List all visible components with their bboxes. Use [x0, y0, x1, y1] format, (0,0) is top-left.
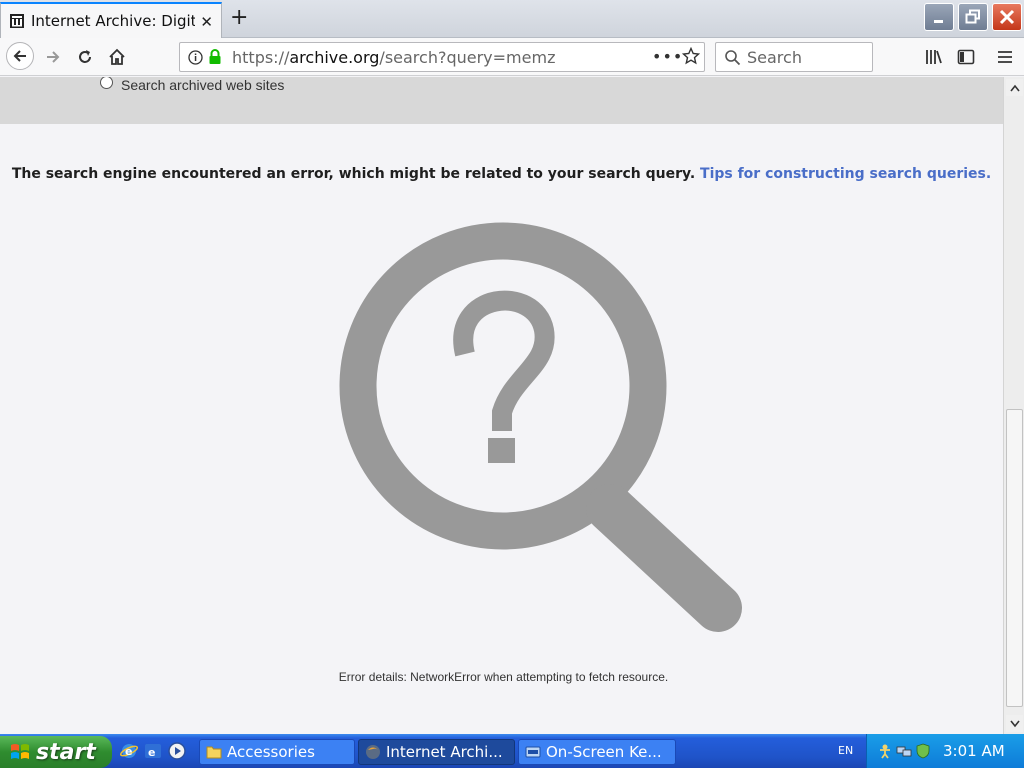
url-text[interactable]: https://archive.org/search?query=memz	[232, 48, 555, 67]
forward-arrow-icon	[47, 51, 60, 63]
error-message-line: The search engine encountered an error, …	[0, 166, 1003, 182]
page-actions-menu-icon[interactable]: •••	[652, 47, 683, 66]
back-button[interactable]	[6, 42, 34, 70]
task-internet-archive[interactable]: Internet Archi...	[358, 739, 515, 765]
new-tab-button[interactable]: +	[230, 6, 248, 30]
start-label: start	[36, 739, 96, 765]
search-placeholder: Search	[747, 48, 802, 67]
chevron-up-icon	[1009, 84, 1020, 91]
windows-logo-icon	[11, 744, 29, 759]
task-on-screen-keyboard[interactable]: On-Screen Ke...	[518, 739, 676, 765]
tips-link[interactable]: Tips for constructing search queries.	[700, 166, 991, 182]
tab-strip: Internet Archive: Digital Library of Fre…	[0, 0, 1024, 38]
scroll-up-button[interactable]	[1006, 79, 1023, 96]
vertical-scrollbar[interactable]	[1003, 77, 1024, 734]
task-label: Accessories	[227, 743, 315, 761]
library-icon[interactable]	[925, 48, 943, 66]
url-path: /search?query=memz	[379, 48, 556, 67]
restore-button[interactable]	[958, 3, 988, 31]
tab-internet-archive[interactable]: Internet Archive: Digital Library of Fre…	[0, 2, 222, 38]
chevron-down-icon	[1009, 720, 1020, 727]
internet-explorer-icon[interactable]: e	[120, 742, 138, 760]
magnifier-question-icon	[339, 222, 742, 632]
tab-close-icon[interactable]: ✕	[200, 13, 213, 31]
navigation-toolbar: https://archive.org/search?query=memz ••…	[0, 38, 1024, 76]
back-arrow-icon	[13, 50, 26, 62]
url-host: archive.org	[289, 48, 380, 67]
security-icon[interactable]	[915, 743, 931, 759]
hamburger-menu-icon[interactable]	[996, 48, 1014, 66]
search-options-strip: Search archived web sites	[0, 77, 1003, 124]
restore-icon	[965, 9, 980, 24]
url-bar[interactable]: https://archive.org/search?query=memz ••…	[179, 42, 705, 72]
info-icon[interactable]	[188, 50, 203, 65]
svg-text:e: e	[148, 746, 155, 759]
tray-icons	[877, 743, 931, 759]
language-indicator[interactable]: EN	[838, 744, 853, 757]
scroll-down-button[interactable]	[1006, 715, 1023, 732]
search-bar[interactable]: Search	[715, 42, 873, 72]
network-icon[interactable]	[896, 743, 912, 759]
firefox-icon	[366, 745, 380, 759]
taskbar: start e e Accessories Internet Archi... …	[0, 734, 1024, 768]
tab-title: Internet Archive: Digital Library of Fre…	[31, 12, 195, 30]
task-accessories[interactable]: Accessories	[199, 739, 355, 765]
close-window-button[interactable]	[992, 3, 1022, 31]
media-player-icon[interactable]	[168, 742, 186, 760]
search-icon	[725, 50, 741, 66]
radio-button[interactable]	[100, 77, 113, 89]
search-archived-web-sites-option[interactable]: Search archived web sites	[100, 77, 284, 93]
outlook-express-icon[interactable]: e	[144, 742, 162, 760]
start-button[interactable]: start	[0, 736, 112, 768]
lock-icon[interactable]	[208, 48, 222, 66]
reload-icon	[79, 50, 91, 63]
task-label: On-Screen Ke...	[546, 743, 662, 761]
home-button[interactable]	[106, 46, 128, 68]
accessibility-icon[interactable]	[877, 743, 893, 759]
quick-launch: e e	[120, 742, 186, 760]
scroll-thumb[interactable]	[1006, 409, 1023, 707]
home-icon	[109, 48, 125, 65]
task-label: Internet Archi...	[386, 743, 503, 761]
sidebar-icon[interactable]	[957, 48, 975, 66]
system-tray: 3:01 AM	[866, 734, 1024, 768]
minimize-button[interactable]	[924, 3, 954, 31]
forward-button[interactable]	[42, 46, 64, 68]
radio-label: Search archived web sites	[121, 77, 285, 93]
folder-icon	[206, 746, 222, 759]
clock: 3:01 AM	[943, 742, 1005, 760]
error-message: The search engine encountered an error, …	[11, 166, 696, 182]
svg-text:e: e	[125, 745, 132, 758]
error-details: Error details: NetworkError when attempt…	[338, 670, 669, 684]
keyboard-icon	[525, 746, 541, 758]
minimize-icon	[934, 20, 943, 23]
reload-button[interactable]	[74, 46, 96, 68]
bookmark-star-icon[interactable]	[682, 47, 700, 65]
page-content: Search archived web sites The search eng…	[0, 77, 1003, 734]
url-scheme: https://	[232, 48, 290, 67]
archive-favicon-icon	[10, 14, 24, 28]
close-icon	[999, 9, 1015, 25]
